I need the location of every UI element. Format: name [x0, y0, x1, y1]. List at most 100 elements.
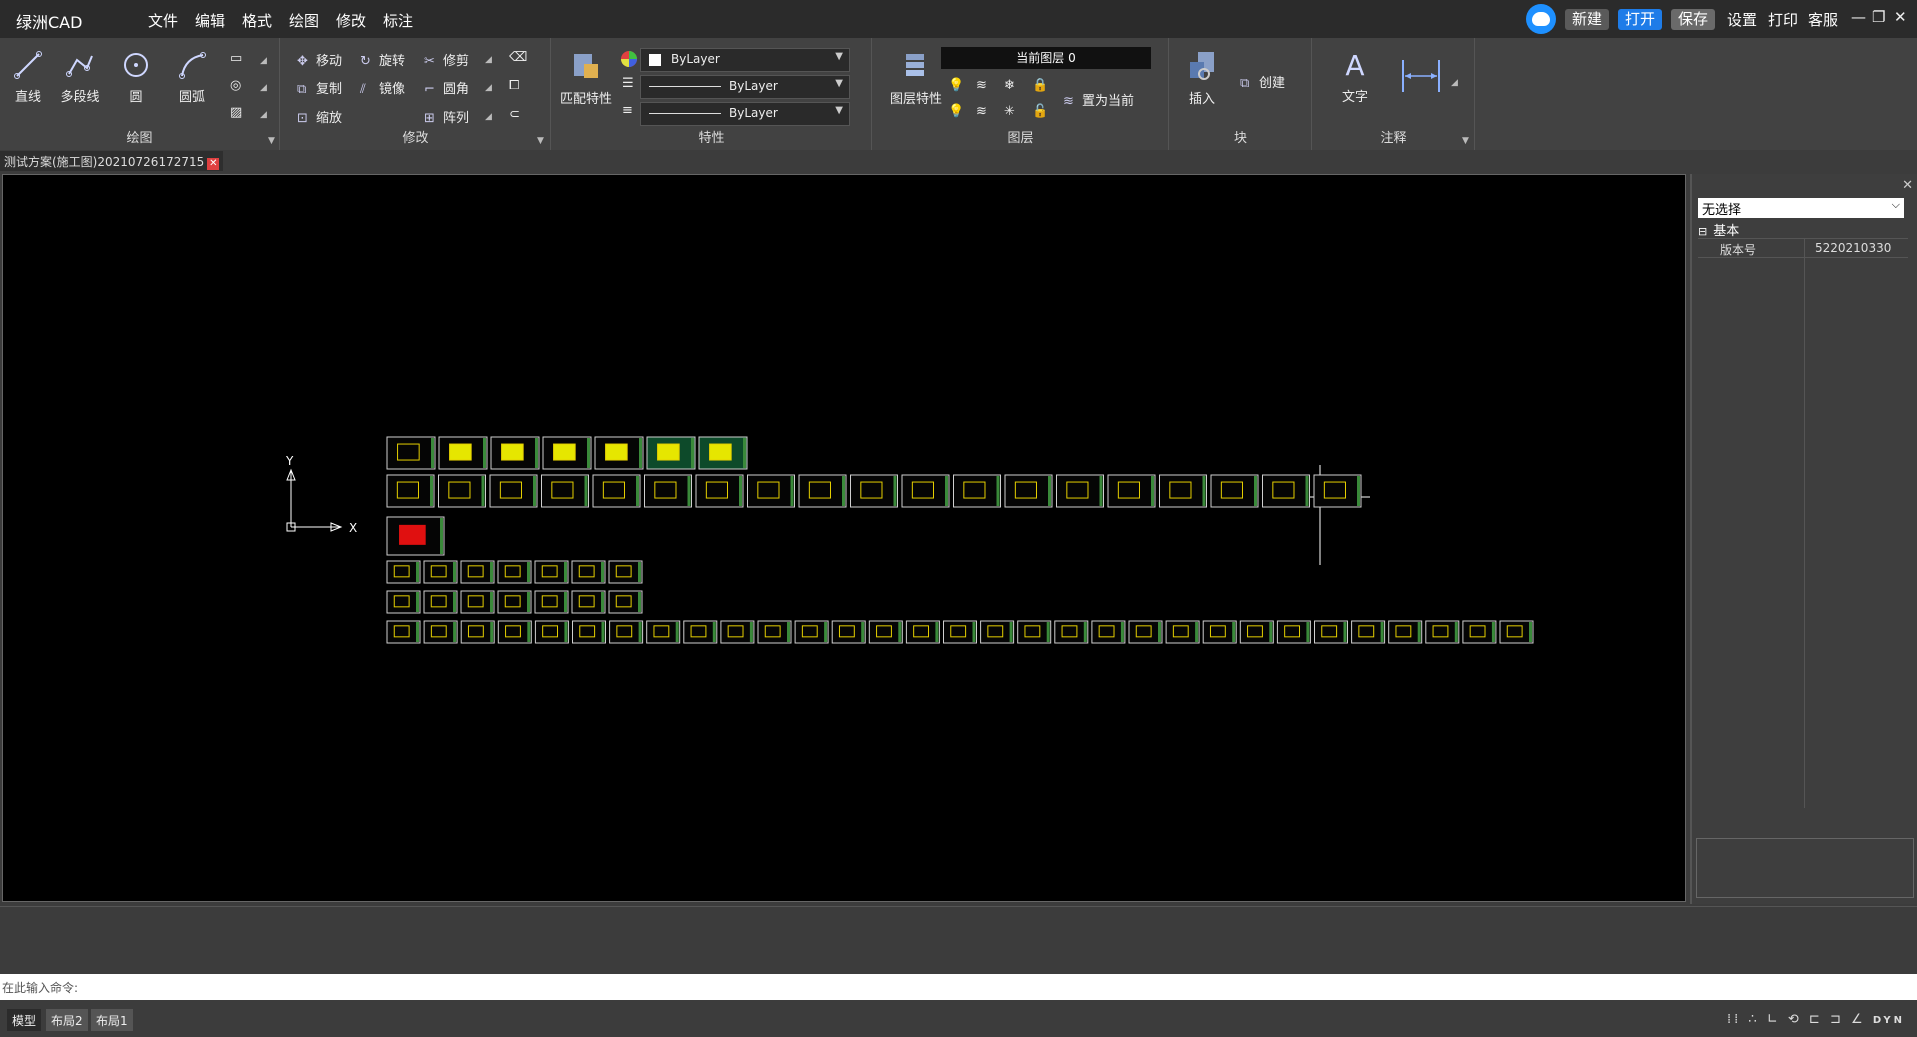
y-axis-label: Y — [285, 454, 294, 468]
layer-thaw-icon[interactable]: ✳ — [1004, 104, 1015, 119]
open-button[interactable]: 打开 — [1618, 9, 1663, 30]
drawing-sheet — [1239, 620, 1274, 644]
minimize-icon[interactable]: — — [1851, 8, 1866, 26]
fillet-tool[interactable]: ⌐ 圆角 — [424, 78, 469, 97]
move-tool[interactable]: ✥ 移动 — [297, 50, 342, 69]
grid-icon[interactable]: ⁞⁞ — [1727, 1012, 1741, 1027]
layer-off-icon[interactable]: 💡 — [948, 104, 964, 119]
menu-draw[interactable]: 绘图 — [289, 10, 319, 31]
annotation-expand-icon[interactable]: ▼ — [1462, 136, 1469, 146]
layer-lock-icon[interactable]: 🔒 — [1032, 78, 1048, 93]
ortho-icon[interactable]: ∟ — [1767, 1012, 1781, 1027]
layer-isolate-icon[interactable]: ≋ — [976, 78, 987, 93]
menu-modify[interactable]: 修改 — [336, 10, 366, 31]
dyn-toggle[interactable]: DYN — [1873, 1015, 1905, 1026]
copy-tool[interactable]: ⧉ 复制 — [297, 78, 342, 97]
annotation-group-label: 注释 — [1380, 131, 1407, 146]
current-layer-display[interactable]: 当前图层 0 — [941, 47, 1151, 69]
lineweight-toggle-icon[interactable]: ∠ — [1851, 1012, 1866, 1027]
drawing-sheet — [720, 620, 755, 644]
drawing-sheet — [1462, 620, 1497, 644]
rotate-tool[interactable]: ↻ 旋转 — [360, 50, 405, 69]
polyline-tool[interactable]: 多段线 — [52, 50, 108, 105]
explode-icon[interactable]: ⧠ — [509, 78, 519, 93]
line-tool[interactable]: 直线 — [0, 50, 56, 105]
menu-file[interactable]: 文件 — [148, 10, 178, 31]
tab-layout2[interactable]: 布局2 — [46, 1009, 88, 1031]
user-avatar[interactable] — [1526, 4, 1556, 34]
drawing-sheet — [386, 620, 421, 644]
drawing-sheet — [646, 620, 681, 644]
color-select[interactable]: ByLayer ▼ — [640, 48, 850, 72]
snap-icon[interactable]: ∴ — [1748, 1012, 1759, 1027]
otrack-icon[interactable]: ⊐ — [1830, 1012, 1844, 1027]
command-input[interactable]: 在此输入命令: — [0, 974, 1917, 1000]
drawing-sheet — [423, 590, 458, 614]
linetype-select[interactable]: ByLayer ▼ — [640, 75, 850, 99]
drawing-sheet — [460, 620, 495, 644]
settings-link[interactable]: 设置 — [1727, 9, 1757, 30]
dimension-icon[interactable] — [1399, 56, 1443, 100]
service-link[interactable]: 客服 — [1808, 9, 1838, 30]
tab-layout1[interactable]: 布局1 — [91, 1009, 133, 1031]
drawing-sheet — [386, 474, 435, 508]
insert-block-icon — [1190, 52, 1214, 80]
drawing-sheet — [953, 474, 1001, 508]
text-tool[interactable]: A 文字 — [1327, 50, 1383, 106]
lineweight-select[interactable]: ByLayer ▼ — [640, 102, 850, 126]
document-tab[interactable]: 测试方案(施工图)20210726172715 ✕ — [0, 151, 224, 171]
layer-stack-icon — [906, 54, 924, 76]
hatch-icon[interactable]: ▨ — [230, 105, 242, 120]
create-block-tool[interactable]: ⧉ 创建 — [1240, 72, 1285, 91]
drawing-canvas[interactable]: Y X — [2, 174, 1686, 902]
modify-expand-icon[interactable]: ▼ — [537, 136, 544, 146]
drawing-sheet — [608, 590, 643, 614]
drawing-sheet — [1425, 620, 1460, 644]
rotate-icon: ↻ — [360, 54, 371, 69]
drawing-sheet — [1388, 620, 1423, 644]
drawing-area[interactable]: Y X — [3, 175, 1685, 901]
create-block-icon: ⧉ — [1240, 76, 1250, 91]
match-properties-tool[interactable]: 匹配特性 — [554, 50, 618, 107]
scale-tool[interactable]: ⊡ 缩放 — [297, 107, 342, 126]
drawing-sheet — [1107, 474, 1156, 508]
osnap-icon[interactable]: ⊏ — [1809, 1012, 1823, 1027]
polar-icon[interactable]: ⟲ — [1788, 1012, 1802, 1027]
mirror-tool[interactable]: ⫽ 镜像 — [360, 78, 405, 97]
arc-tool[interactable]: 圆弧 — [164, 50, 220, 105]
fillet-icon: ⌐ — [424, 82, 435, 97]
selection-dropdown[interactable]: 无选择 ⌵ — [1698, 198, 1904, 218]
drawing-sheet — [609, 620, 644, 644]
menu-format[interactable]: 格式 — [242, 10, 272, 31]
panel-close-icon[interactable]: ✕ — [1902, 178, 1913, 193]
print-link[interactable]: 打印 — [1768, 9, 1798, 30]
erase-icon[interactable]: ⌫ — [509, 50, 527, 65]
layer-on-icon[interactable]: 💡 — [948, 78, 964, 93]
annotation-group: A 文字 ◢ 注释 ▼ — [1313, 38, 1475, 150]
rectangle-icon[interactable]: ▭ — [230, 51, 242, 66]
linetype-icon: ☰ — [622, 76, 634, 91]
offset-icon[interactable]: ⊂ — [509, 107, 520, 122]
drawing-sheet — [1314, 620, 1348, 644]
insert-block-tool[interactable]: 插入 — [1174, 50, 1230, 107]
ellipse-icon[interactable]: ◎ — [230, 78, 241, 93]
layer-merge-icon[interactable]: ≋ — [976, 104, 987, 119]
draw-group: 直线 多段线 圆 圆弧 ▭ ◢ ◎ ◢ ▨ ◢ 绘图 ▼ — [0, 38, 280, 150]
restore-icon[interactable]: ❐ — [1872, 8, 1885, 26]
tab-model[interactable]: 模型 — [7, 1009, 42, 1031]
menu-dimension[interactable]: 标注 — [383, 10, 413, 31]
drawing-sheet — [831, 620, 866, 644]
close-tab-icon[interactable]: ✕ — [207, 158, 220, 170]
circle-tool[interactable]: 圆 — [108, 50, 164, 105]
array-tool[interactable]: ⊞ 阵列 — [424, 107, 469, 126]
section-basic[interactable]: ⊟ 基本 — [1698, 220, 1739, 239]
draw-expand-icon[interactable]: ▼ — [268, 136, 275, 146]
layer-freeze-icon[interactable]: ❄ — [1004, 78, 1015, 93]
save-button[interactable]: 保存 — [1671, 9, 1716, 30]
layer-unlock-icon[interactable]: 🔓 — [1032, 104, 1048, 119]
new-button[interactable]: 新建 — [1565, 9, 1610, 30]
close-icon[interactable]: ✕ — [1894, 8, 1907, 26]
trim-tool[interactable]: ✂ 修剪 — [424, 50, 469, 69]
set-current-tool[interactable]: ≋ 置为当前 — [1063, 90, 1134, 109]
menu-edit[interactable]: 编辑 — [195, 10, 225, 31]
